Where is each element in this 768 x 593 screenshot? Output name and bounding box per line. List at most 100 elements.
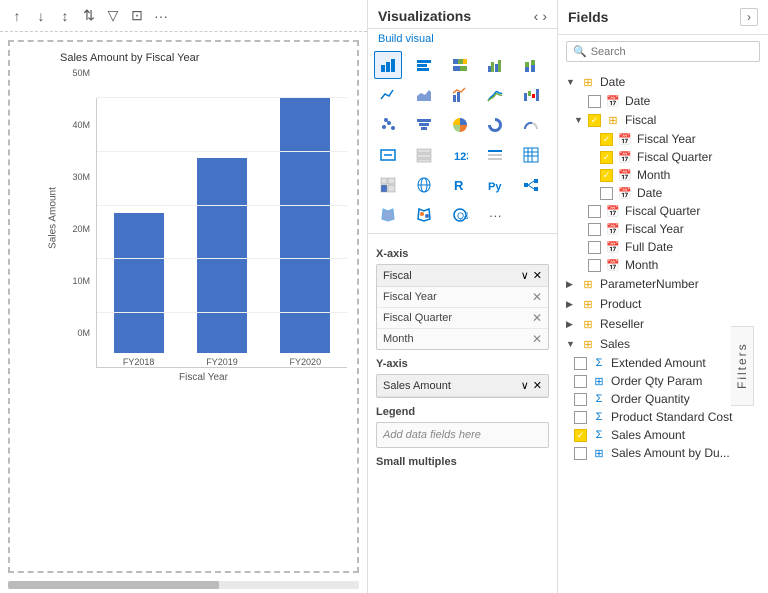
ai-visuals-icon-btn[interactable]: Q&A [446,201,474,229]
field-product-standard-cost[interactable]: Σ Product Standard Cost [558,408,768,426]
r-script-icon-btn[interactable]: R [446,171,474,199]
kpi-icon-btn[interactable]: 123 [446,141,474,169]
python-icon-btn[interactable]: Py [481,171,509,199]
viz-icons-grid: 123 R Py Q&A · [368,47,557,234]
donut-chart-icon-btn[interactable] [481,111,509,139]
viz-collapse-left-btn[interactable]: ‹ [534,8,539,24]
ribbon-chart-icon-btn[interactable] [481,81,509,109]
shape-map-icon-btn[interactable] [410,201,438,229]
checkbox-fiscal-group[interactable]: ✓ [588,114,601,127]
bar-fy2018[interactable]: FY2018 [114,213,164,367]
sort-icon[interactable]: ↕ [56,7,74,25]
field-fiscal-quarter2[interactable]: 📅 Fiscal Quarter [558,202,768,220]
y-axis-expand-icon[interactable]: ∨ [521,379,529,392]
filter-icon[interactable]: ▽ [104,7,122,25]
x-axis-section-title: X-axis [376,248,549,260]
filled-map-icon-btn[interactable] [374,201,402,229]
chart-scroll-thumb[interactable] [8,581,219,589]
matrix-icon-btn[interactable] [374,171,402,199]
table-visual-icon-btn[interactable] [517,141,545,169]
chart-scrollbar[interactable] [8,581,359,589]
checkbox-fiscal-year[interactable]: ✓ [600,133,613,146]
search-box[interactable]: 🔍 [566,41,760,62]
remove-fiscal-quarter-btn[interactable]: ✕ [532,311,542,325]
scatter-chart-icon-btn[interactable] [374,111,402,139]
visualizations-panel: Visualizations ‹ › Build visual [368,0,558,593]
clustered-bar-icon-btn[interactable] [410,51,438,79]
checkbox-order-quantity[interactable] [574,393,587,406]
waterfall-chart-icon-btn[interactable] [517,81,545,109]
checkbox-month2[interactable] [588,259,601,272]
order-qty-param-icon: ⊞ [591,375,607,388]
small-multiples-section-title: Small multiples [376,456,549,468]
100-stacked-bar-icon-btn[interactable] [446,51,474,79]
clustered-column-icon-btn[interactable] [481,51,509,79]
line-clustered-icon-btn[interactable] [446,81,474,109]
x-axis-expand-icon[interactable]: ∨ [521,269,529,282]
field-month2[interactable]: 📅 Month [558,256,768,274]
field-fiscal-year[interactable]: ✓ 📅 Fiscal Year [558,130,768,148]
slicer-icon-btn[interactable] [481,141,509,169]
tree-group-date[interactable]: ▼ ⊞ Date [558,72,768,92]
checkbox-sales-amount[interactable]: ✓ [574,429,587,442]
checkbox-fiscal-quarter2[interactable] [588,205,601,218]
funnel-chart-icon-btn[interactable] [410,111,438,139]
tree-group-parameternumber[interactable]: ▶ ⊞ ParameterNumber [558,274,768,294]
y-axis-remove-icon[interactable]: ✕ [533,379,542,392]
stacked-column-icon-btn[interactable] [517,51,545,79]
line-chart-icon-btn[interactable] [374,81,402,109]
y-tick-50m: 50M [60,68,90,78]
field-fiscal-date[interactable]: 📅 Date [558,184,768,202]
checkbox-month[interactable]: ✓ [600,169,613,182]
multi-row-card-icon-btn[interactable] [410,141,438,169]
remove-fiscal-year-btn[interactable]: ✕ [532,290,542,304]
more-options-icon[interactable]: ··· [152,7,170,25]
field-sales-amount[interactable]: ✓ Σ Sales Amount [558,426,768,444]
checkbox-product-std-cost[interactable] [574,411,587,424]
pie-chart-icon-btn[interactable] [446,111,474,139]
gauge-chart-icon-btn[interactable] [517,111,545,139]
field-month[interactable]: ✓ 📅 Month [558,166,768,184]
legend-field-box: Add data fields here [376,422,549,448]
remove-month-btn[interactable]: ✕ [532,332,542,346]
month2-icon: 📅 [605,259,621,272]
y-axis-field-box: Sales Amount ∨ ✕ [376,374,549,398]
tree-group-product[interactable]: ▶ ⊞ Product [558,294,768,314]
checkbox-order-qty-param[interactable] [574,375,587,388]
checkbox-fiscal-quarter[interactable]: ✓ [600,151,613,164]
field-full-date[interactable]: 📅 Full Date [558,238,768,256]
bar-chart-icon-btn[interactable] [374,51,402,79]
checkbox-date-date[interactable] [588,95,601,108]
y-tick-40m: 40M [60,120,90,130]
filters-tab[interactable]: Filters [731,326,754,406]
fields-collapse-btn[interactable]: › [740,8,758,26]
viz-expand-right-btn[interactable]: › [542,8,547,24]
sort-desc-icon[interactable]: ↓ [32,7,50,25]
checkbox-extended-amount[interactable] [574,357,587,370]
field-date-date[interactable]: 📅 Date [558,92,768,110]
viz-panel-header: Visualizations ‹ › [368,0,557,29]
field-sales-amount-du[interactable]: ⊞ Sales Amount by Du... [558,444,768,462]
bar-fy2020[interactable]: FY2020 [280,98,330,367]
focus-icon[interactable]: ⊡ [128,7,146,25]
checkbox-sales-amount-du[interactable] [574,447,587,460]
area-chart-icon-btn[interactable] [410,81,438,109]
checkbox-fiscal-date[interactable] [600,187,613,200]
checkbox-fiscal-year2[interactable] [588,223,601,236]
card-icon-btn[interactable] [374,141,402,169]
sort-asc-icon[interactable]: ↑ [8,7,26,25]
x-axis-remove-icon[interactable]: ✕ [533,269,542,282]
decomp-tree-icon-btn[interactable] [517,171,545,199]
search-input[interactable] [591,46,753,58]
tree-group-fiscal[interactable]: ▼ ✓ ⊞ Fiscal [558,110,768,130]
more-visuals-icon-btn[interactable]: ··· [481,201,509,229]
bar-fy2018-rect [114,213,164,353]
checkbox-full-date[interactable] [588,241,601,254]
field-fiscal-quarter[interactable]: ✓ 📅 Fiscal Quarter [558,148,768,166]
param-label: ParameterNumber [600,277,699,291]
fiscal-date-field-icon: 📅 [617,187,633,200]
expand-icon[interactable]: ⇅ [80,7,98,25]
bar-fy2019[interactable]: FY2019 [197,158,247,367]
field-fiscal-year2[interactable]: 📅 Fiscal Year [558,220,768,238]
map-icon-btn[interactable] [410,171,438,199]
